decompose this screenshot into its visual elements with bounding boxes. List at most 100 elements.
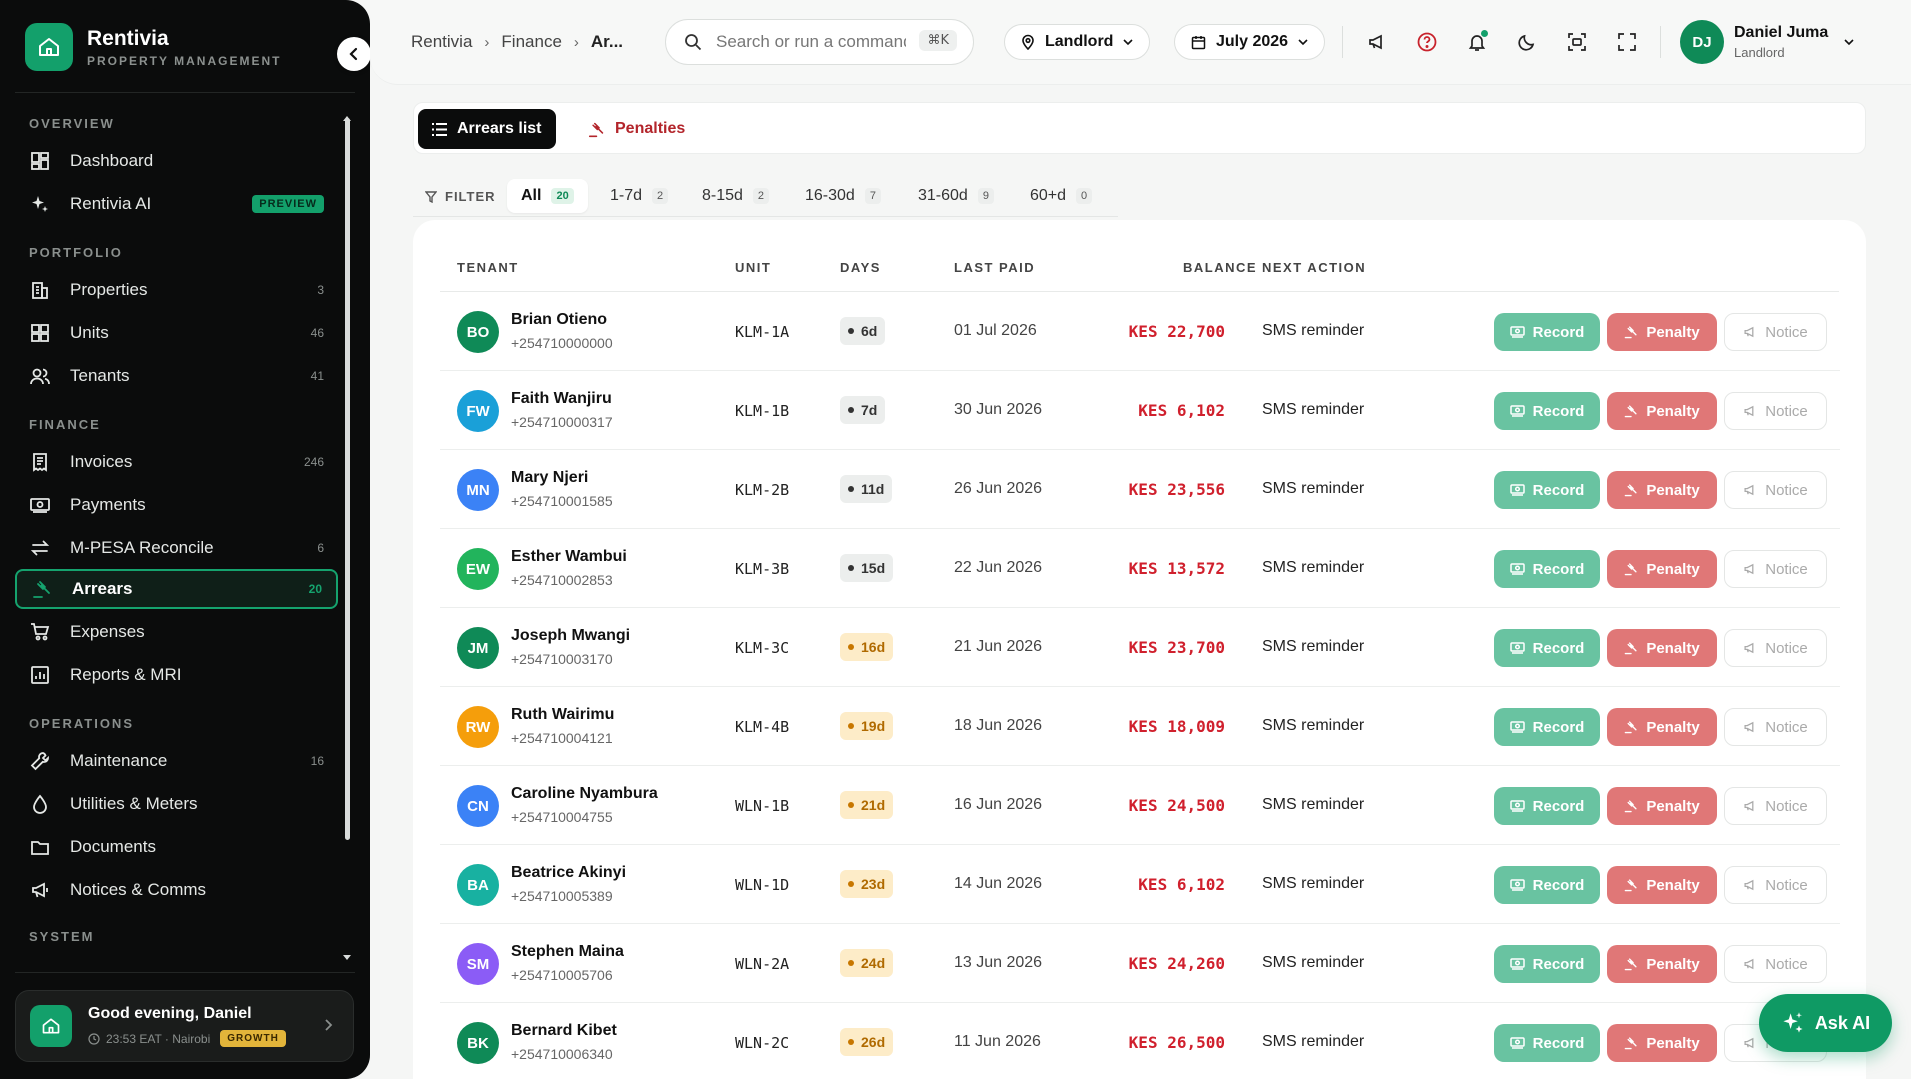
period-selector[interactable]: July 2026 (1174, 24, 1326, 60)
tenant-name[interactable]: Brian Otieno (511, 311, 607, 329)
filter-chip-all[interactable]: All 20 (507, 179, 588, 213)
send-notice-button[interactable]: Notice (1724, 866, 1827, 904)
apply-penalty-button[interactable]: Penalty (1607, 945, 1717, 983)
table-row[interactable]: JM Joseph Mwangi +254710003170 KLM-3C 16… (440, 608, 1840, 687)
sidebar-item-expenses[interactable]: Expenses (15, 612, 338, 652)
sidebar-item-arrears[interactable]: Arrears 20 (15, 569, 338, 609)
column-header-balance[interactable]: BALANCE (1183, 260, 1257, 275)
tenant-name[interactable]: Joseph Mwangi (511, 627, 630, 645)
tab-arrears-list[interactable]: Arrears list (418, 109, 556, 149)
help-button[interactable] (1415, 30, 1439, 54)
announcements-button[interactable] (1365, 30, 1389, 54)
sidebar-item-notices[interactable]: Notices & Comms (15, 870, 338, 910)
column-header-days[interactable]: DAYS (840, 260, 881, 275)
sidebar-item-payments[interactable]: Payments (15, 485, 338, 525)
tenant-name[interactable]: Ruth Wairimu (511, 706, 614, 724)
table-row[interactable]: EW Esther Wambui +254710002853 KLM-3B 15… (440, 529, 1840, 608)
table-row[interactable]: SM Stephen Maina +254710005706 WLN-2A 24… (440, 924, 1840, 1003)
sidebar-item-reports[interactable]: Reports & MRI (15, 655, 338, 695)
sidebar-item-maintenance[interactable]: Maintenance 16 (15, 741, 338, 781)
filter-chip-8-15d[interactable]: 8-15d 2 (688, 179, 783, 213)
apply-penalty-button[interactable]: Penalty (1607, 550, 1717, 588)
table-row[interactable]: BO Brian Otieno +254710000000 KLM-1A 6d … (440, 292, 1840, 371)
sidebar-item-dashboard[interactable]: Dashboard (15, 141, 338, 181)
apply-penalty-button[interactable]: Penalty (1607, 471, 1717, 509)
sidebar-item-properties[interactable]: Properties 3 (15, 270, 338, 310)
tenant-name[interactable]: Mary Njeri (511, 469, 588, 487)
send-notice-button[interactable]: Notice (1724, 629, 1827, 667)
record-payment-button[interactable]: Record (1494, 708, 1600, 746)
brand[interactable]: Rentivia PROPERTY MANAGEMENT (25, 23, 281, 71)
scroll-down-arrow[interactable] (343, 955, 351, 960)
sidebar-scrollbar[interactable] (345, 118, 350, 840)
column-header-next-action[interactable]: NEXT ACTION (1262, 260, 1366, 275)
record-payment-button[interactable]: Record (1494, 866, 1600, 904)
sidebar-item-mpesa-reconcile[interactable]: M-PESA Reconcile 6 (15, 528, 338, 568)
tenant-name[interactable]: Esther Wambui (511, 548, 627, 566)
section-operations: OPERATIONS (29, 716, 134, 731)
tenant-name[interactable]: Beatrice Akinyi (511, 864, 626, 882)
user-menu[interactable]: DJ Daniel Juma Landlord (1680, 20, 1854, 64)
sidebar-item-invoices[interactable]: Invoices 246 (15, 442, 338, 482)
table-row[interactable]: MN Mary Njeri +254710001585 KLM-2B 11d 2… (440, 450, 1840, 529)
breadcrumb-item[interactable]: Finance (501, 32, 561, 52)
column-header-unit[interactable]: UNIT (735, 260, 771, 275)
table-row[interactable]: BK Bernard Kibet +254710006340 WLN-2C 26… (440, 1003, 1840, 1079)
notifications-button[interactable] (1465, 30, 1489, 54)
record-payment-button[interactable]: Record (1494, 550, 1600, 588)
record-payment-button[interactable]: Record (1494, 392, 1600, 430)
filter-chip-16-30d[interactable]: 16-30d 7 (791, 179, 895, 213)
sidebar-item-rentivia-ai[interactable]: Rentivia AI PREVIEW (15, 184, 338, 224)
filter-chip-60-plus-d[interactable]: 60+d 0 (1016, 179, 1106, 213)
sidebar-item-units[interactable]: Units 46 (15, 313, 338, 353)
table-row[interactable]: FW Faith Wanjiru +254710000317 KLM-1B 7d… (440, 371, 1840, 450)
fullscreen-button[interactable] (1615, 30, 1639, 54)
command-search[interactable]: ⌘K (665, 19, 974, 65)
record-payment-button[interactable]: Record (1494, 1024, 1600, 1062)
record-payment-button[interactable]: Record (1494, 313, 1600, 351)
tab-penalties[interactable]: Penalties (574, 109, 699, 149)
column-header-last-paid[interactable]: LAST PAID (954, 260, 1035, 275)
search-input[interactable] (716, 32, 906, 52)
filter-chip-1-7d[interactable]: 1-7d 2 (596, 179, 682, 213)
send-notice-button[interactable]: Notice (1724, 787, 1827, 825)
table-row[interactable]: BA Beatrice Akinyi +254710005389 WLN-1D … (440, 845, 1840, 924)
apply-penalty-button[interactable]: Penalty (1607, 866, 1717, 904)
apply-penalty-button[interactable]: Penalty (1607, 1024, 1717, 1062)
apply-penalty-button[interactable]: Penalty (1607, 392, 1717, 430)
filter-chip-31-60d[interactable]: 31-60d 9 (904, 179, 1008, 213)
apply-penalty-button[interactable]: Penalty (1607, 629, 1717, 667)
record-payment-button[interactable]: Record (1494, 787, 1600, 825)
tenant-name[interactable]: Stephen Maina (511, 943, 624, 961)
theme-toggle-button[interactable] (1515, 30, 1539, 54)
apply-penalty-button[interactable]: Penalty (1607, 313, 1717, 351)
send-notice-button[interactable]: Notice (1724, 313, 1827, 351)
ask-ai-button[interactable]: Ask AI (1759, 994, 1892, 1052)
screenshot-button[interactable] (1565, 30, 1589, 54)
column-header-tenant[interactable]: TENANT (457, 260, 519, 275)
send-notice-button[interactable]: Notice (1724, 708, 1827, 746)
sidebar-item-documents[interactable]: Documents (15, 827, 338, 867)
tenant-name[interactable]: Caroline Nyambura (511, 785, 658, 803)
apply-penalty-button[interactable]: Penalty (1607, 708, 1717, 746)
breadcrumb-item[interactable]: Rentivia (411, 32, 472, 52)
table-row[interactable]: CN Caroline Nyambura +254710004755 WLN-1… (440, 766, 1840, 845)
role-selector[interactable]: Landlord (1004, 24, 1151, 60)
collapse-sidebar-button[interactable] (337, 37, 371, 71)
send-notice-button[interactable]: Notice (1724, 550, 1827, 588)
last-paid-date: 26 Jun 2026 (954, 480, 1043, 497)
tenant-name[interactable]: Bernard Kibet (511, 1022, 617, 1040)
apply-penalty-button[interactable]: Penalty (1607, 787, 1717, 825)
record-payment-button[interactable]: Record (1494, 629, 1600, 667)
record-payment-button[interactable]: Record (1494, 945, 1600, 983)
sidebar-item-tenants[interactable]: Tenants 41 (15, 356, 338, 396)
send-notice-button[interactable]: Notice (1724, 945, 1827, 983)
record-payment-button[interactable]: Record (1494, 471, 1600, 509)
send-notice-button[interactable]: Notice (1724, 392, 1827, 430)
send-notice-button[interactable]: Notice (1724, 471, 1827, 509)
greeting-card[interactable]: Good evening, Daniel 23:53 EAT · Nairobi… (15, 990, 354, 1062)
sidebar-item-utilities[interactable]: Utilities & Meters (15, 784, 338, 824)
table-row[interactable]: RW Ruth Wairimu +254710004121 KLM-4B 19d… (440, 687, 1840, 766)
gavel-icon (1624, 799, 1638, 813)
tenant-name[interactable]: Faith Wanjiru (511, 390, 612, 408)
